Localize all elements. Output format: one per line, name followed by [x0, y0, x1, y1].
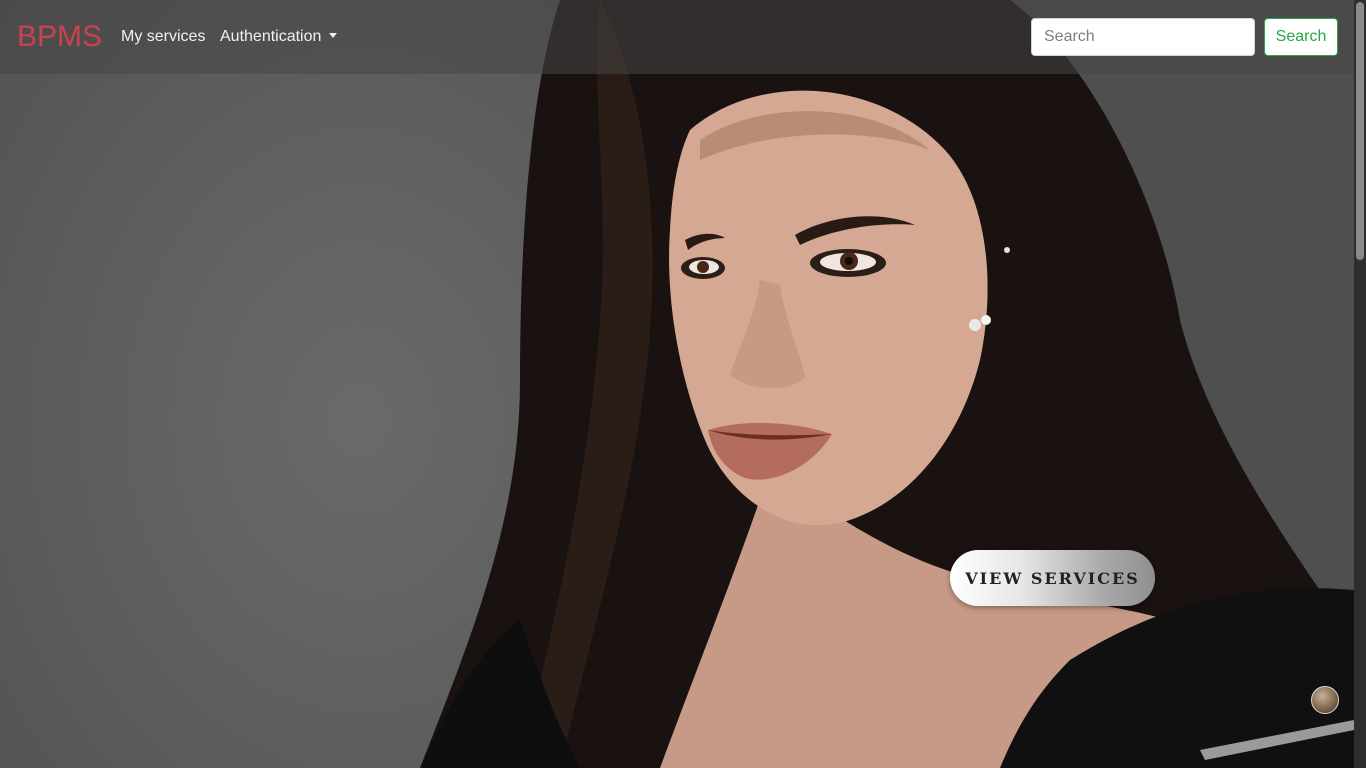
scroll-top-icon[interactable] — [1311, 686, 1339, 714]
search-button[interactable]: Search — [1264, 18, 1338, 56]
brand-logo-link[interactable]: BPMS — [17, 18, 102, 56]
landing-page: BPMS My services Authentication Search V… — [0, 0, 1366, 768]
page-scrollbar[interactable] — [1354, 0, 1366, 768]
view-services-button[interactable]: VIEW SERVICES — [950, 550, 1155, 606]
top-navbar: BPMS My services Authentication Search — [0, 0, 1354, 74]
nav-dropdown-authentication[interactable]: Authentication — [220, 26, 338, 48]
search-input[interactable] — [1031, 18, 1255, 56]
nav-dropdown-authentication-label: Authentication — [220, 28, 322, 45]
hero-background-photo — [0, 0, 1366, 768]
portrait-illustration — [420, 0, 1354, 768]
caret-down-icon — [329, 33, 338, 39]
scrollbar-thumb[interactable] — [1356, 2, 1364, 260]
nav-link-my-services[interactable]: My services — [121, 26, 205, 48]
